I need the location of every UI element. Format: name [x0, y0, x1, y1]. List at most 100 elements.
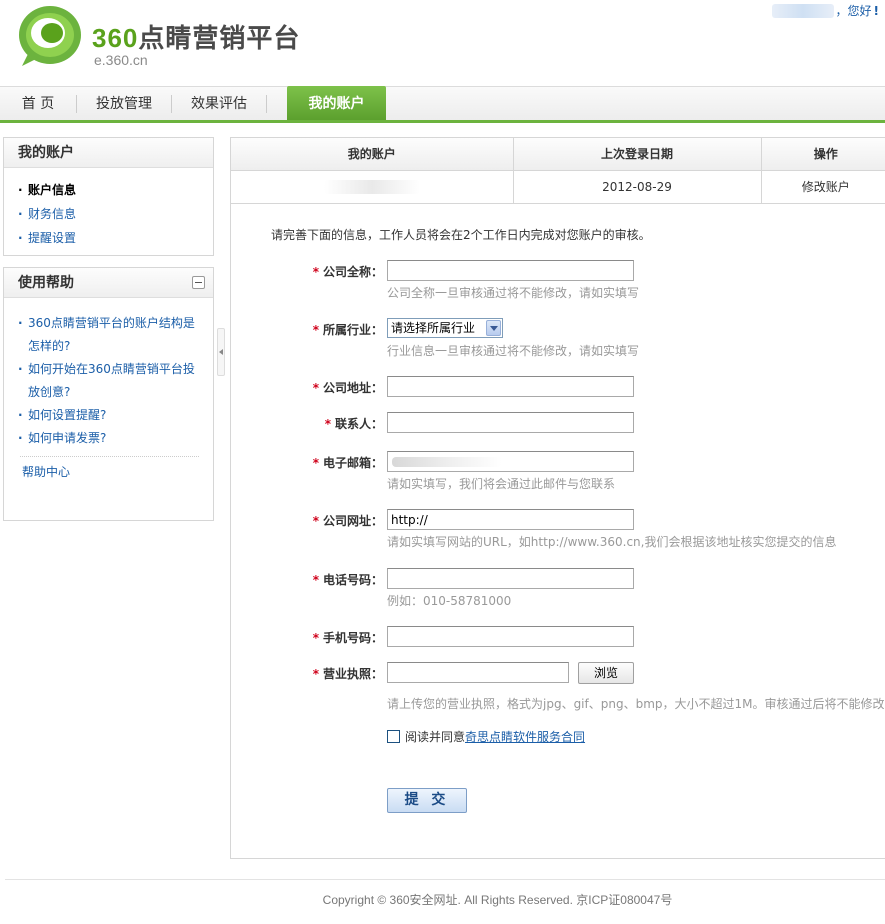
phone-input[interactable] [387, 568, 634, 589]
company-name-input[interactable] [387, 260, 634, 281]
sidebar-item-finance-link[interactable]: 财务信息 [28, 207, 76, 221]
service-contract-link[interactable]: 奇思点睛软件服务合同 [465, 728, 585, 745]
logo-title: 360点睛营销平台 [92, 23, 301, 53]
nav-home[interactable]: 首 页 [0, 87, 76, 121]
sidebar-account-title: 我的账户 [4, 138, 213, 168]
username-redacted [771, 3, 834, 18]
nav-my-account[interactable]: 我的账户 [287, 86, 386, 122]
last-login-cell: 2012-08-29 [513, 170, 762, 204]
contact-input[interactable] [387, 412, 634, 433]
sidebar-item-finance[interactable]: 财务信息 [18, 202, 213, 226]
required-mark: * [312, 631, 319, 645]
sidebar-toggle-handle[interactable] [217, 328, 225, 376]
sidebar-item-reminders[interactable]: 提醒设置 [18, 226, 213, 250]
help-item[interactable]: 如何设置提醒? [18, 404, 203, 427]
greeting-text: ，您好 [835, 4, 872, 18]
phone-hint: 例如：010-58781000 [387, 594, 512, 608]
industry-label: * 所属行业： [231, 321, 383, 338]
website-input[interactable] [387, 509, 634, 530]
sidebar-item-reminders-link[interactable]: 提醒设置 [28, 231, 76, 245]
license-label-text: 营业执照： [322, 667, 383, 681]
help-item[interactable]: 如何开始在360点睛营销平台投放创意? [18, 358, 203, 404]
required-mark: * [312, 323, 319, 337]
column-header: 上次登录日期 [513, 138, 762, 171]
sidebar-help-header: 使用帮助 [4, 268, 213, 298]
browse-button[interactable]: 浏览 [578, 662, 634, 684]
required-mark: * [324, 417, 331, 431]
help-link-invoice[interactable]: 如何申请发票? [28, 431, 106, 445]
required-mark: * [312, 667, 319, 681]
license-hint: 请上传您的营业执照，格式为jpg、gif、png、bmp，大小不超过1M。审核通… [387, 697, 885, 711]
help-item[interactable]: 360点睛营销平台的账户结构是怎样的? [18, 312, 203, 358]
help-center[interactable]: 帮助中心 [4, 457, 213, 483]
sidebar-account-panel: 我的账户 账户信息 财务信息 提醒设置 [3, 137, 214, 256]
help-link-reminders[interactable]: 如何设置提醒? [28, 408, 106, 422]
main-panel: 我的账户 上次登录日期 操作 2012-08-29 修改账户 请完善下面的信息，… [230, 137, 885, 859]
footer-divider [5, 879, 885, 880]
agreement: 阅读并同意 奇思点睛软件服务合同 [387, 728, 585, 745]
email-redacted [392, 457, 502, 467]
mobile-input[interactable] [387, 626, 634, 647]
main-nav: 首 页 投放管理 效果评估 我的账户 [0, 86, 885, 122]
help-link-start-ads[interactable]: 如何开始在360点睛营销平台投放创意? [28, 362, 195, 399]
sidebar-help-panel: 使用帮助 360点睛营销平台的账户结构是怎样的? 如何开始在360点睛营销平台投… [3, 267, 214, 521]
help-list: 360点睛营销平台的账户结构是怎样的? 如何开始在360点睛营销平台投放创意? … [4, 298, 213, 450]
mobile-label-text: 手机号码： [322, 631, 383, 645]
table-header-row: 我的账户 上次登录日期 操作 [231, 138, 885, 171]
table-row: 2012-08-29 修改账户 [231, 170, 885, 204]
email-hint: 请如实填写，我们将会通过此邮件与您联系 [387, 477, 616, 491]
column-header: 操作 [761, 138, 885, 171]
account-name-redacted [323, 179, 420, 194]
edit-account-link[interactable]: 修改账户 [761, 170, 885, 204]
account-name-cell [231, 170, 514, 204]
logo-domain: e.360.cn [94, 52, 148, 68]
address-label: * 公司地址： [231, 379, 383, 396]
address-label-text: 公司地址： [322, 381, 383, 395]
help-center-link[interactable]: 帮助中心 [22, 465, 70, 479]
sidebar-account-list: 账户信息 财务信息 提醒设置 [4, 168, 213, 250]
contact-label: * 联系人： [231, 415, 383, 432]
email-field[interactable] [387, 451, 634, 472]
sidebar-item-account-info[interactable]: 账户信息 [18, 178, 213, 202]
logo-icon [19, 6, 81, 66]
email-label: * 电子邮箱： [231, 454, 383, 471]
industry-label-text: 所属行业： [322, 323, 383, 337]
license-label: * 营业执照： [231, 665, 383, 682]
company-name-label-text: 公司全称： [322, 265, 383, 279]
nav-divider [266, 95, 267, 113]
required-mark: * [312, 381, 319, 395]
contact-label-text: 联系人： [334, 417, 383, 431]
nav-ad-management[interactable]: 投放管理 [77, 87, 171, 121]
agree-checkbox[interactable] [387, 730, 400, 743]
account-table: 我的账户 上次登录日期 操作 2012-08-29 修改账户 [231, 138, 885, 204]
help-item[interactable]: 如何申请发票? [18, 427, 203, 450]
website-label: * 公司网址： [231, 512, 383, 529]
address-input[interactable] [387, 376, 634, 397]
required-mark: * [312, 573, 319, 587]
phone-label: * 电话号码： [231, 571, 383, 588]
nav-performance[interactable]: 效果评估 [172, 87, 266, 121]
agree-text: 阅读并同意 [405, 730, 466, 744]
greeting: ，您好 ! [771, 2, 879, 19]
chevron-down-icon[interactable] [486, 320, 501, 336]
submit-button[interactable]: 提 交 [387, 788, 467, 813]
industry-hint: 行业信息一旦审核通过将不能修改，请如实填写 [387, 344, 640, 358]
required-mark: * [312, 265, 319, 279]
footer-copyright: Copyright © 360安全网址. All Rights Reserved… [322, 893, 673, 907]
help-link-account-structure[interactable]: 360点睛营销平台的账户结构是怎样的? [28, 316, 195, 353]
website-hint: 请如实填写网站的URL，如http://www.360.cn,我们会根据该地址核… [387, 535, 837, 549]
company-name-label: * 公司全称： [231, 263, 383, 280]
phone-label-text: 电话号码： [322, 573, 383, 587]
industry-select[interactable]: 请选择所属行业 [387, 318, 503, 338]
greeting-mark: ! [873, 3, 879, 18]
website-label-text: 公司网址： [322, 514, 383, 528]
required-mark: * [312, 514, 319, 528]
sidebar-help-title: 使用帮助 [18, 275, 74, 291]
industry-select-value: 请选择所属行业 [391, 321, 476, 335]
company-name-hint: 公司全称一旦审核通过将不能修改，请如实填写 [387, 286, 640, 300]
column-header: 我的账户 [231, 138, 514, 171]
license-file-input[interactable] [387, 662, 569, 683]
email-label-text: 电子邮箱： [322, 456, 383, 470]
form-intro: 请完善下面的信息，工作人员将会在2个工作日内完成对您账户的审核。 [271, 228, 651, 242]
collapse-icon[interactable] [192, 276, 205, 289]
